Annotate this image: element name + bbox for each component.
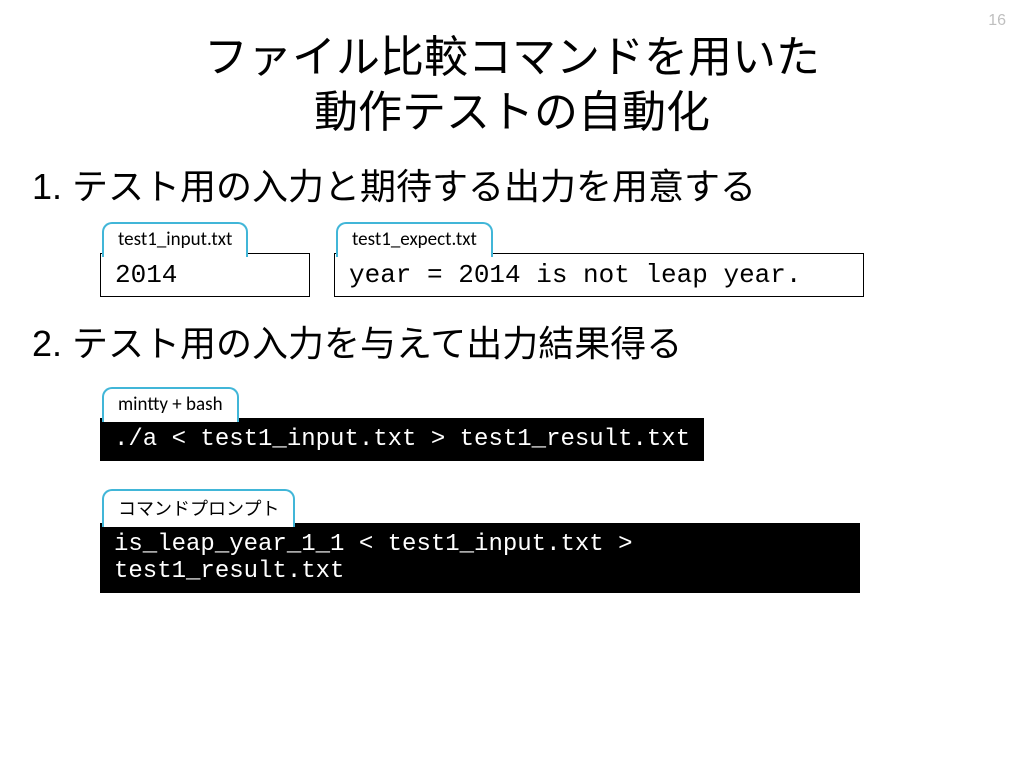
cmdprompt-command: is_leap_year_1_1 < test1_input.txt > tes…	[100, 523, 860, 593]
mintty-command: ./a < test1_input.txt > test1_result.txt	[100, 418, 704, 461]
title-line-2: 動作テストの自動化	[314, 88, 710, 137]
file-input-content: 2014	[100, 253, 310, 297]
file-expect-content: year = 2014 is not leap year.	[334, 253, 864, 297]
cmdprompt-tab: コマンドプロンプト	[102, 489, 295, 527]
mintty-block: mintty + bash ./a < test1_input.txt > te…	[100, 385, 860, 461]
command-area: mintty + bash ./a < test1_input.txt > te…	[0, 367, 1024, 593]
cmdprompt-block: コマンドプロンプト is_leap_year_1_1 < test1_input…	[100, 487, 860, 593]
page-number: 16	[988, 12, 1006, 30]
mintty-tab: mintty + bash	[102, 387, 239, 422]
file-expect-block: test1_expect.txt year = 2014 is not leap…	[334, 220, 864, 297]
file-input-block: test1_input.txt 2014	[100, 220, 310, 297]
file-expect-tab: test1_expect.txt	[336, 222, 493, 257]
file-input-tab: test1_input.txt	[102, 222, 248, 257]
file-row: test1_input.txt 2014 test1_expect.txt ye…	[0, 210, 1024, 297]
title-line-1: ファイル比較コマンドを用いた	[204, 33, 820, 82]
step-1-heading: 1. テスト用の入力と期待する出力を用意する	[0, 140, 1024, 210]
slide-title: ファイル比較コマンドを用いた 動作テストの自動化	[0, 0, 1024, 140]
step-2-heading: 2. テスト用の入力を与えて出力結果得る	[0, 297, 1024, 367]
